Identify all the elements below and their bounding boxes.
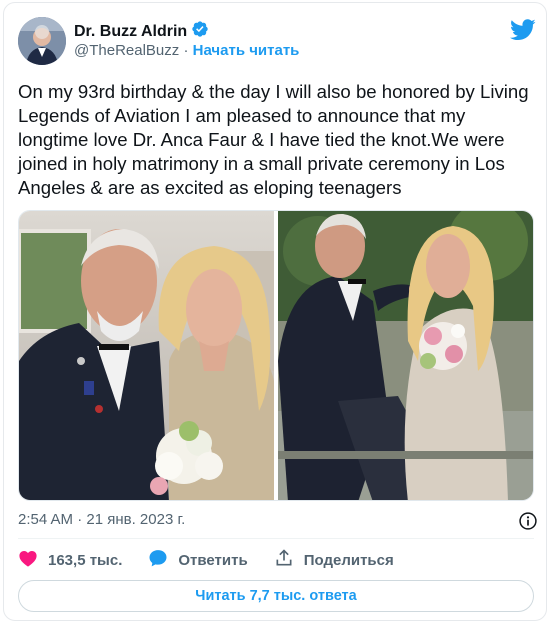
tweet-timestamp[interactable]: 2:54 AM · 21 янв. 2023 г. xyxy=(18,511,185,528)
share-button[interactable]: Поделиться xyxy=(274,548,394,572)
author-handle-row: @TheRealBuzz · Начать читать xyxy=(74,42,299,59)
wedding-photo-left[interactable] xyxy=(19,211,274,500)
twitter-bird-icon[interactable] xyxy=(510,19,536,41)
reply-button[interactable]: Ответить xyxy=(148,548,248,572)
reply-label: Ответить xyxy=(178,551,248,569)
read-replies-button[interactable]: Читать 7,7 тыс. ответа xyxy=(18,580,534,612)
info-icon[interactable] xyxy=(518,511,538,531)
handle-separator: · xyxy=(183,42,189,59)
share-icon xyxy=(274,548,304,572)
author-handle[interactable]: @TheRealBuzz xyxy=(74,42,179,59)
author-name-row: Dr. Buzz Aldrin xyxy=(74,20,209,43)
share-label: Поделиться xyxy=(303,551,394,569)
heart-icon xyxy=(18,549,48,571)
like-count: 163,5 тыс. xyxy=(48,551,123,569)
reply-icon xyxy=(148,548,178,572)
avatar[interactable] xyxy=(18,17,66,65)
tweet-text: On my 93rd birthday & the day I will als… xyxy=(18,81,529,198)
tweet-media[interactable] xyxy=(18,210,534,501)
action-bar: 163,5 тыс. Ответить Поделиться xyxy=(18,549,420,571)
timestamp-row: 2:54 AM · 21 янв. 2023 г. xyxy=(18,511,538,531)
tweet-header: Dr. Buzz Aldrin @TheRealBuzz · Начать чи… xyxy=(18,17,538,67)
divider xyxy=(18,538,534,539)
like-button[interactable]: 163,5 тыс. xyxy=(18,549,122,571)
tweet-card: Dr. Buzz Aldrin @TheRealBuzz · Начать чи… xyxy=(3,2,547,621)
follow-button[interactable]: Начать читать xyxy=(193,42,300,59)
verified-badge-icon xyxy=(191,20,209,43)
author-name[interactable]: Dr. Buzz Aldrin xyxy=(74,23,187,41)
wedding-photo-right[interactable] xyxy=(278,211,533,500)
